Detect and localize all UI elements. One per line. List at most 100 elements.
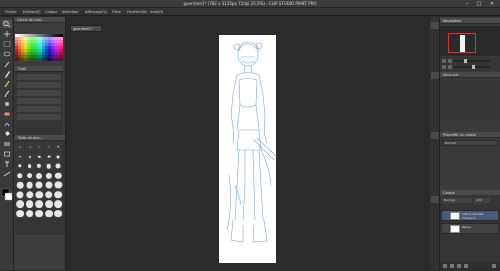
brush-size-preset[interactable]: [35, 209, 44, 218]
zoom-tool-icon[interactable]: [2, 20, 12, 28]
brush-size-preset[interactable]: [16, 171, 24, 180]
menu-file[interactable]: Fichier: [5, 10, 17, 14]
brush-size-preset[interactable]: [35, 152, 44, 161]
pen-tool-icon[interactable]: [2, 70, 12, 78]
brush-size-preset[interactable]: [25, 143, 34, 151]
pencil-tool-icon[interactable]: [2, 80, 12, 88]
brush-size-preset[interactable]: [54, 190, 63, 199]
menu-filter[interactable]: Filtre: [112, 10, 121, 14]
opacity-field[interactable]: 100: [474, 198, 490, 203]
eraser-tool-icon[interactable]: [2, 110, 12, 118]
brush-size-preset[interactable]: [54, 171, 63, 180]
brush-size-preset[interactable]: [25, 181, 34, 189]
menu-selection[interactable]: Sélection: [62, 10, 79, 14]
brush-size-preset[interactable]: [35, 171, 44, 180]
subview-tab-icon[interactable]: [431, 72, 439, 79]
brush-size-preset[interactable]: [16, 181, 24, 189]
brush-size-preset[interactable]: [25, 190, 34, 199]
brush-size-dot: [48, 146, 50, 148]
sketch-drawing: [226, 42, 276, 243]
eyedropper-tool-icon[interactable]: [2, 60, 12, 68]
brush-size-preset[interactable]: [25, 200, 34, 208]
subtool-item[interactable]: [17, 106, 61, 112]
brush-size-preset[interactable]: [54, 181, 63, 189]
gradient-tool-icon[interactable]: [2, 140, 12, 148]
brush-size-preset[interactable]: [35, 181, 44, 189]
brush-size-preset[interactable]: [54, 200, 63, 208]
close-button[interactable]: ✕: [487, 1, 497, 7]
layer-subname: Calque 1: [462, 216, 476, 220]
menu-layer[interactable]: Calque: [45, 10, 57, 14]
subview-panel[interactable]: [440, 80, 500, 120]
brush-size-dot: [35, 209, 44, 218]
brush-size-preset[interactable]: [35, 143, 44, 151]
color-palette[interactable]: [15, 33, 63, 63]
brush-size-preset[interactable]: [16, 190, 24, 199]
brush-size-preset[interactable]: [35, 200, 44, 208]
correct-line-tool-icon[interactable]: [2, 170, 12, 178]
blend-mode-select[interactable]: Normal: [442, 198, 472, 203]
airbrush-tool-icon[interactable]: [2, 100, 12, 108]
navigator-controls[interactable]: [440, 57, 500, 71]
selection-tool-icon[interactable]: [2, 40, 12, 48]
layer-property-effect[interactable]: Normal: [442, 140, 498, 146]
brush-size-dot: [19, 146, 21, 148]
brush-tool-icon[interactable]: [2, 90, 12, 98]
blend-tool-icon[interactable]: [2, 120, 12, 128]
brush-size-preset[interactable]: [44, 162, 53, 170]
subtool-item[interactable]: [17, 74, 61, 80]
brush-size-preset[interactable]: [44, 181, 53, 189]
menu-help[interactable]: Aide(H): [150, 10, 163, 14]
menu-view[interactable]: Affichage(V): [85, 10, 107, 14]
brush-size-preset[interactable]: [16, 209, 24, 218]
text-tool-icon[interactable]: [2, 160, 12, 168]
brush-size-preset[interactable]: [44, 209, 53, 218]
brush-size-preset[interactable]: [16, 162, 24, 170]
drawing-canvas[interactable]: [219, 35, 276, 263]
brush-size-preset[interactable]: [16, 152, 24, 161]
brush-size-preset[interactable]: [44, 143, 53, 151]
fill-tool-icon[interactable]: [2, 130, 12, 138]
brush-size-preset[interactable]: [54, 152, 63, 161]
subtool-item[interactable]: [17, 114, 61, 120]
subtool-item[interactable]: [17, 90, 61, 96]
layer-row[interactable]: Papier: [441, 223, 499, 234]
lasso-tool-icon[interactable]: [2, 50, 12, 58]
brush-size-dot: [16, 181, 24, 189]
brush-size-preset[interactable]: [44, 152, 53, 161]
brush-size-dot: [19, 155, 21, 158]
brush-size-preset[interactable]: [44, 200, 53, 208]
brush-size-dot: [16, 190, 24, 199]
brush-size-preset[interactable]: [25, 162, 34, 170]
brush-size-dot: [45, 181, 53, 189]
brush-size-preset[interactable]: [54, 162, 63, 170]
main-sub-color-chips[interactable]: [1, 188, 13, 202]
layer-tab-icon[interactable]: [431, 196, 439, 203]
color-swatch[interactable]: [60, 58, 63, 61]
brush-size-preset[interactable]: [25, 209, 34, 218]
subtool-item[interactable]: [17, 98, 61, 104]
brush-size-preset[interactable]: [16, 143, 24, 151]
maximize-button[interactable]: □: [474, 1, 484, 7]
brush-size-preset[interactable]: [44, 190, 53, 199]
brush-size-preset[interactable]: [54, 143, 63, 151]
brush-size-preset[interactable]: [16, 200, 24, 208]
brush-size-preset[interactable]: [25, 152, 34, 161]
layer-property-tab-icon[interactable]: [431, 132, 439, 139]
brush-size-preset[interactable]: [44, 171, 53, 180]
document-tab[interactable]: guerriere1*: [70, 25, 102, 32]
subtool-item[interactable]: [17, 82, 61, 88]
figure-tool-icon[interactable]: [2, 150, 12, 158]
brush-size-panel: Taille de pinc...: [15, 135, 65, 235]
move-tool-icon[interactable]: [2, 30, 12, 38]
layer-row[interactable]: 100 % Normal Calque 1: [441, 210, 499, 221]
minimize-button[interactable]: –: [462, 1, 472, 7]
brush-size-preset[interactable]: [35, 190, 44, 199]
brush-size-dot: [29, 146, 30, 148]
menu-window[interactable]: Fenêtre(W): [127, 10, 147, 14]
navigator-tab-icon[interactable]: [431, 22, 439, 29]
menu-edit[interactable]: Edition(E): [23, 10, 41, 14]
brush-size-preset[interactable]: [35, 162, 44, 170]
brush-size-preset[interactable]: [25, 171, 34, 180]
brush-size-preset[interactable]: [54, 209, 63, 218]
